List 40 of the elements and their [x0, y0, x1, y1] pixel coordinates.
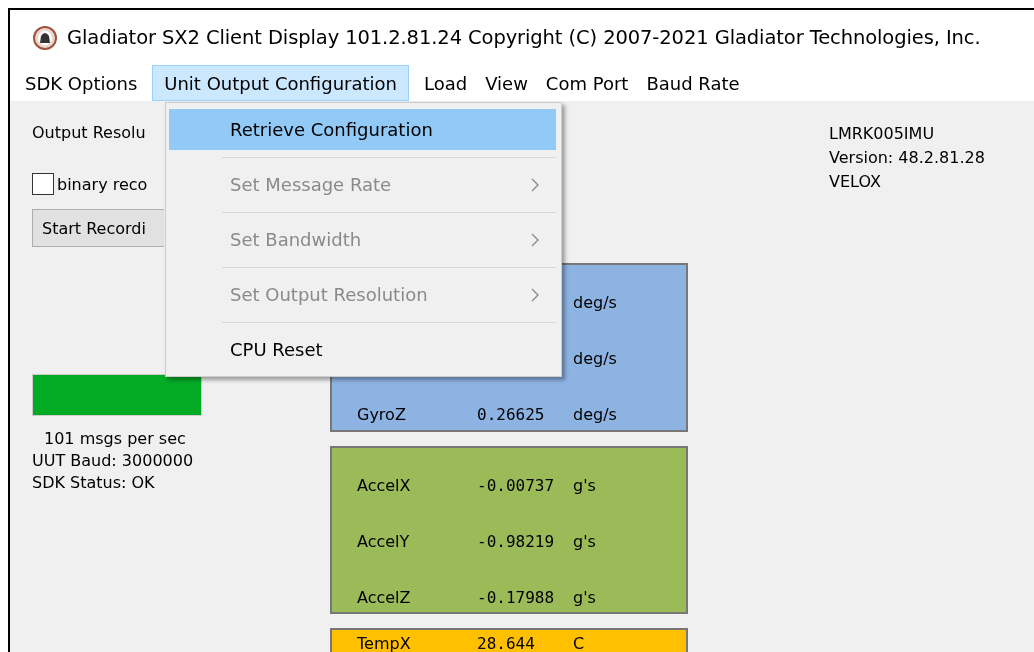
- unit-label: deg/s: [573, 404, 617, 424]
- rate-text: 101 msgs per sec: [44, 429, 186, 448]
- sensor-value: -0.00737: [477, 475, 556, 495]
- sensor-value: -0.17988: [477, 587, 556, 607]
- sensor-value: 28.644: [477, 633, 536, 652]
- device-info-text: LMRK005IMU: [829, 123, 936, 145]
- chevron-icon: [531, 288, 539, 302]
- menu-item[interactable]: Load: [414, 65, 477, 101]
- menu-item[interactable]: Unit Output Configuration: [152, 65, 409, 101]
- window-title: Gladiator SX2 Client Display 101.2.81.24 Copyright (C) 2007-2021 Gladiator Technologies, Inc.: [67, 26, 981, 49]
- unit-label: g's: [573, 587, 596, 607]
- status-text: SDK Status: OK: [32, 473, 155, 492]
- menu-item[interactable]: Baud Rate: [637, 65, 749, 101]
- unit-label: C: [573, 633, 585, 652]
- unit-label: deg/s: [573, 348, 617, 368]
- chevron-icon: [531, 233, 539, 247]
- sensor-label: TempX: [357, 633, 412, 652]
- sensor-label: AccelX: [357, 475, 412, 495]
- device-info-text: VELOX: [829, 171, 882, 193]
- record-button[interactable]: Start Recordi: [32, 209, 164, 247]
- sensor-label: AccelY: [357, 531, 411, 551]
- emblem-icon: [33, 25, 57, 50]
- unit-label: g's: [573, 475, 596, 495]
- checkbox[interactable]: [32, 173, 54, 195]
- menu-item[interactable]: Com Port: [536, 65, 638, 101]
- menu-item[interactable]: SDK Options: [16, 65, 147, 101]
- sensor-value: 0.26625: [477, 404, 546, 424]
- device-info-text: Version: 48.2.81.28: [829, 147, 985, 169]
- chevron-icon: [531, 178, 539, 192]
- menu-item[interactable]: View: [476, 65, 537, 101]
- baud-text: UUT Baud: 3000000: [32, 451, 194, 470]
- field-label: Output Resolu: [32, 123, 146, 143]
- unit-label: deg/s: [573, 292, 617, 312]
- menu-item[interactable]: Retrieve Configuration: [169, 109, 556, 150]
- sensor-label: AccelZ: [357, 587, 412, 607]
- checkbox-label: binary reco: [57, 174, 148, 194]
- unit-label: g's: [573, 531, 596, 551]
- sensor-value: -0.98219: [477, 531, 556, 551]
- menu-item[interactable]: CPU Reset: [169, 329, 556, 370]
- sensor-label: GyroZ: [357, 404, 407, 424]
